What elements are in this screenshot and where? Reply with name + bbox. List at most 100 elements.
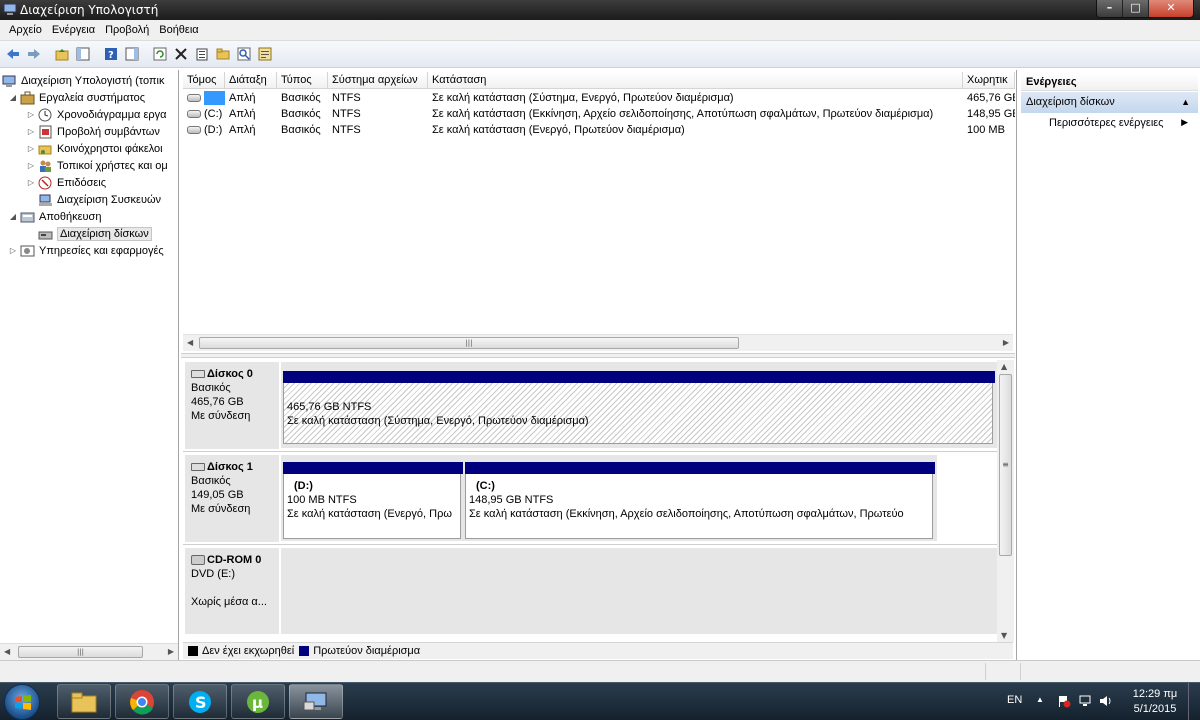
clock[interactable]: 12:29 πμ 5/1/2015 — [1122, 687, 1188, 717]
tree-label: Αποθήκευση — [39, 210, 102, 223]
volume-capacity: 100 MB — [967, 124, 1005, 136]
partition-status: Σε καλή κατάσταση (Εκκίνηση, Αρχείο σελι… — [469, 508, 904, 520]
action-center-flag-icon[interactable] — [1057, 694, 1071, 708]
partition-c[interactable]: (C:) 148,95 GB NTFS Σε καλή κατάσταση (Ε… — [465, 462, 935, 539]
tree-item-disk-management[interactable]: Διαχείριση δίσκων — [38, 225, 152, 242]
tree-item-device-manager[interactable]: Διαχείριση Συσκευών — [38, 191, 161, 208]
more-actions-item[interactable]: Περισσότερες ενέργειες ▶ — [1049, 117, 1198, 129]
computer-management-icon — [303, 692, 327, 710]
scroll-left-icon[interactable]: ◀ — [4, 647, 10, 656]
col-filesystem[interactable]: Σύστημα αρχείων — [328, 72, 428, 89]
up-folder-button[interactable] — [52, 44, 72, 64]
menu-view[interactable]: Προβολή — [100, 24, 154, 36]
expand-arrow-icon[interactable]: ▷ — [26, 110, 36, 119]
minimize-button[interactable]: – — [1097, 0, 1123, 17]
menu-action[interactable]: Ενέργεια — [47, 24, 100, 36]
search-button[interactable] — [234, 44, 254, 64]
tree-item-shared-folders[interactable]: ▷ Κοινόχρηστοι φάκελοι — [26, 140, 163, 157]
window-controls: – □ ✕ — [1096, 0, 1194, 18]
cdrom-area[interactable] — [281, 548, 997, 634]
expand-arrow-icon[interactable]: ▷ — [26, 144, 36, 153]
expand-arrow-icon[interactable]: ▷ — [26, 127, 36, 136]
disk-info[interactable]: CD-ROM 0 DVD (E:) Χωρίς μέσα α... — [185, 548, 279, 634]
disk-info[interactable]: Δίσκος 1 Βασικός 149,05 GB Με σύνδεση — [185, 455, 279, 542]
menu-help[interactable]: Βοήθεια — [154, 24, 203, 36]
taskbar-chrome[interactable] — [115, 684, 169, 719]
taskbar-utorrent[interactable]: µ — [231, 684, 285, 719]
refresh-button[interactable] — [150, 44, 170, 64]
col-type[interactable]: Τύπος — [277, 72, 328, 89]
export-button[interactable] — [255, 44, 275, 64]
tree-item-system-tools[interactable]: ◢ Εργαλεία συστήματος — [8, 89, 145, 106]
disk-size: 465,76 GB — [191, 396, 244, 408]
volume-row[interactable]: (D:) Απλή Βασικός NTFS Σε καλή κατάσταση… — [183, 122, 1015, 138]
scroll-up-icon[interactable]: ▲ — [1001, 362, 1007, 371]
scroll-thumb[interactable]: ≡ — [999, 374, 1012, 556]
scroll-left-icon[interactable]: ◀ — [187, 338, 193, 347]
device-manager-icon — [39, 194, 52, 206]
tree-item-storage[interactable]: ◢ Αποθήκευση — [8, 208, 102, 225]
maximize-button[interactable]: □ — [1123, 0, 1149, 17]
scroll-thumb[interactable]: ||| — [18, 646, 143, 658]
show-hidden-icons-icon[interactable]: ▲ — [1036, 695, 1044, 704]
back-button[interactable] — [3, 44, 23, 64]
menu-file[interactable]: Αρχείο — [4, 24, 47, 36]
start-button[interactable] — [4, 684, 40, 720]
collapse-arrow-icon[interactable]: ◢ — [8, 212, 18, 221]
volume-row[interactable]: (C:) Απλή Βασικός NTFS Σε καλή κατάσταση… — [183, 106, 1015, 122]
clock-time: 12:29 πμ — [1132, 688, 1178, 700]
disk-view-vertical-scrollbar[interactable]: ▲ ≡ ▼ — [997, 360, 1014, 642]
partition-d[interactable]: (D:) 100 MB NTFS Σε καλή κατάσταση (Ενερ… — [283, 462, 463, 539]
tree-item-performance[interactable]: ▷ Επιδόσεις — [26, 174, 106, 191]
scroll-right-icon[interactable]: ▶ — [1003, 338, 1009, 347]
help-button[interactable]: ? — [101, 44, 121, 64]
expand-arrow-icon[interactable]: ▷ — [26, 161, 36, 170]
network-icon[interactable] — [1078, 694, 1092, 708]
disk-partition-area: 465,76 GB NTFS Σε καλή κατάσταση (Σύστημ… — [281, 362, 997, 448]
show-hide-tree-button[interactable] — [73, 44, 93, 64]
forward-button[interactable] — [24, 44, 44, 64]
scroll-down-icon[interactable]: ▼ — [1001, 631, 1007, 640]
properties-button[interactable] — [192, 44, 212, 64]
show-desktop-button[interactable] — [1188, 683, 1200, 720]
tree-item-local-users[interactable]: ▷ Τοπικοί χρήστες και ομ — [26, 157, 168, 174]
tree-item-task-scheduler[interactable]: ▷ Χρονοδιάγραμμα εργα — [26, 106, 166, 123]
volume-row[interactable]: Απλή Βασικός NTFS Σε καλή κατάσταση (Σύσ… — [183, 90, 1015, 106]
taskbar-skype[interactable]: S — [173, 684, 227, 719]
actions-section-disk-management[interactable]: Διαχείριση δίσκων ▲ — [1021, 92, 1198, 113]
show-action-pane-button[interactable] — [122, 44, 142, 64]
volume-icon[interactable] — [1098, 694, 1114, 708]
collapse-up-icon[interactable]: ▲ — [1181, 97, 1190, 107]
col-capacity[interactable]: Χωρητικ — [963, 72, 1015, 89]
scroll-right-icon[interactable]: ▶ — [168, 647, 174, 656]
col-volume[interactable]: Τόμος — [183, 72, 225, 89]
disk-info[interactable]: Δίσκος 0 Βασικός 465,76 GB Με σύνδεση — [185, 362, 279, 449]
tree-horizontal-scrollbar[interactable]: ◀ ||| ▶ — [0, 643, 178, 660]
volume-list-horizontal-scrollbar[interactable]: ◀ ||| ▶ — [183, 334, 1013, 351]
submenu-arrow-icon: ▶ — [1181, 117, 1188, 127]
partition-label: (C:) — [476, 480, 495, 492]
expand-arrow-icon[interactable]: ▷ — [26, 178, 36, 187]
pane-splitter[interactable] — [181, 353, 1015, 358]
col-layout[interactable]: Διάταξη — [225, 72, 277, 89]
tree-item-root[interactable]: Διαχείριση Υπολογιστή (τοπικ — [2, 72, 164, 89]
volume-filesystem: NTFS — [332, 92, 361, 104]
close-button[interactable]: ✕ — [1149, 0, 1193, 17]
tree-item-services[interactable]: ▷ Υπηρεσίες και εφαρμογές — [8, 242, 164, 259]
volume-name: (C:) — [204, 108, 223, 120]
language-indicator[interactable]: EN — [1007, 694, 1022, 706]
expand-arrow-icon[interactable]: ▷ — [8, 246, 18, 255]
taskbar-computer-management[interactable] — [289, 684, 343, 719]
tree-item-event-viewer[interactable]: ▷ Προβολή συμβάντων — [26, 123, 160, 140]
back-arrow-icon — [7, 49, 19, 59]
taskbar-explorer[interactable] — [57, 684, 111, 719]
collapse-arrow-icon[interactable]: ◢ — [8, 93, 18, 102]
disk-type: Βασικός — [191, 475, 231, 487]
hard-disk-icon — [191, 463, 205, 471]
open-button[interactable] — [213, 44, 233, 64]
delete-button[interactable] — [171, 44, 191, 64]
computer-management-icon — [2, 75, 16, 87]
scroll-thumb[interactable]: ||| — [199, 337, 739, 349]
col-status[interactable]: Κατάσταση — [428, 72, 963, 89]
partition-system[interactable]: 465,76 GB NTFS Σε καλή κατάσταση (Σύστημ… — [283, 371, 995, 444]
